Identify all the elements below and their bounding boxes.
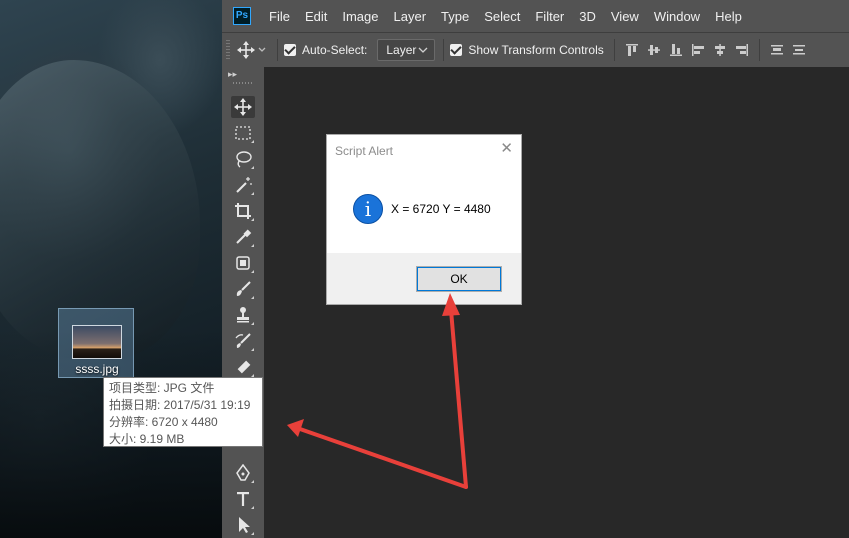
tooltip-date-taken: 拍摄日期: 2017/5/31 19:19 xyxy=(109,398,251,412)
tools-panel: ▸▸ xyxy=(222,67,264,538)
distribute-top-edges-icon[interactable] xyxy=(766,40,788,60)
options-bar: Auto-Select: Layer Show Transform Contro… xyxy=(222,32,849,67)
align-bottom-edges-icon[interactable] xyxy=(665,40,687,60)
image-file-icon xyxy=(72,325,122,359)
menu-layer[interactable]: Layer xyxy=(394,9,427,24)
align-right-edges-icon[interactable] xyxy=(731,40,753,60)
clone-stamp-tool-icon[interactable] xyxy=(231,304,255,326)
options-bar-grip[interactable] xyxy=(226,40,230,60)
dialog-footer: OK xyxy=(327,253,521,304)
auto-select-checkbox[interactable] xyxy=(284,44,296,56)
marquee-tool-icon[interactable] xyxy=(231,122,255,144)
menu-image[interactable]: Image xyxy=(342,9,378,24)
history-brush-tool-icon[interactable] xyxy=(231,330,255,352)
move-tool-preset-icon[interactable] xyxy=(237,41,267,59)
align-horizontal-centers-icon[interactable] xyxy=(709,40,731,60)
photoshop-window: Ps File Edit Image Layer Type Select Fil… xyxy=(222,0,849,538)
tooltip-resolution: 分辨率: 6720 x 4480 xyxy=(109,415,218,429)
align-left-edges-icon[interactable] xyxy=(687,40,709,60)
desktop-file-icon[interactable]: ssss.jpg xyxy=(58,308,134,378)
pen-tool-icon[interactable] xyxy=(231,462,255,484)
menu-select[interactable]: Select xyxy=(484,9,520,24)
auto-select-target-dropdown[interactable]: Layer xyxy=(377,39,436,61)
photoshop-logo-icon[interactable]: Ps xyxy=(233,7,251,25)
tooltip-item-type: 项目类型: JPG 文件 xyxy=(109,381,215,395)
script-alert-dialog: Script Alert ✕ i X = 6720 Y = 4480 OK xyxy=(326,134,522,305)
auto-select-target-value: Layer xyxy=(386,43,417,57)
close-icon[interactable]: ✕ xyxy=(500,141,513,157)
eyedropper-tool-icon[interactable] xyxy=(231,226,255,248)
menu-filter[interactable]: Filter xyxy=(535,9,564,24)
tooltip-size: 大小: 9.19 MB xyxy=(109,432,185,446)
menu-edit[interactable]: Edit xyxy=(305,9,327,24)
desktop-file-name: ssss.jpg xyxy=(75,362,119,376)
dialog-message: X = 6720 Y = 4480 xyxy=(391,202,491,216)
auto-select-label: Auto-Select: xyxy=(302,43,368,57)
options-separator xyxy=(443,39,445,61)
magic-wand-tool-icon[interactable] xyxy=(231,174,255,196)
info-icon: i xyxy=(353,194,383,224)
dialog-title: Script Alert xyxy=(335,144,394,158)
menu-window[interactable]: Window xyxy=(654,9,700,24)
eraser-tool-icon[interactable] xyxy=(231,356,255,378)
options-separator xyxy=(613,39,615,61)
path-selection-tool-icon[interactable] xyxy=(231,514,255,536)
collapse-panel-icon[interactable]: ▸▸ xyxy=(228,69,237,80)
ok-button[interactable]: OK xyxy=(416,266,502,292)
brush-tool-icon[interactable] xyxy=(231,278,255,300)
desktop-wallpaper: ssss.jpg xyxy=(0,0,222,538)
menu-view[interactable]: View xyxy=(611,9,639,24)
options-separator xyxy=(758,39,760,61)
type-tool-icon[interactable] xyxy=(231,488,255,510)
menu-3d[interactable]: 3D xyxy=(579,9,596,24)
crop-tool-icon[interactable] xyxy=(231,200,255,222)
show-transform-checkbox[interactable] xyxy=(450,44,463,56)
healing-brush-tool-icon[interactable] xyxy=(231,252,255,274)
show-transform-label: Show Transform Controls xyxy=(468,43,604,57)
file-info-tooltip: 项目类型: JPG 文件 拍摄日期: 2017/5/31 19:19 分辨率: … xyxy=(103,377,263,447)
menu-bar: Ps File Edit Image Layer Type Select Fil… xyxy=(222,0,849,32)
menu-help[interactable]: Help xyxy=(715,9,742,24)
lasso-tool-icon[interactable] xyxy=(231,148,255,170)
menu-type[interactable]: Type xyxy=(441,9,469,24)
tools-panel-grip[interactable] xyxy=(233,82,253,84)
chevron-down-icon xyxy=(418,47,428,53)
distribute-vertical-centers-icon[interactable] xyxy=(788,40,810,60)
menu-file[interactable]: File xyxy=(269,9,290,24)
move-tool-icon[interactable] xyxy=(231,96,255,118)
align-top-edges-icon[interactable] xyxy=(621,40,643,60)
options-separator xyxy=(277,39,278,61)
align-vertical-centers-icon[interactable] xyxy=(643,40,665,60)
